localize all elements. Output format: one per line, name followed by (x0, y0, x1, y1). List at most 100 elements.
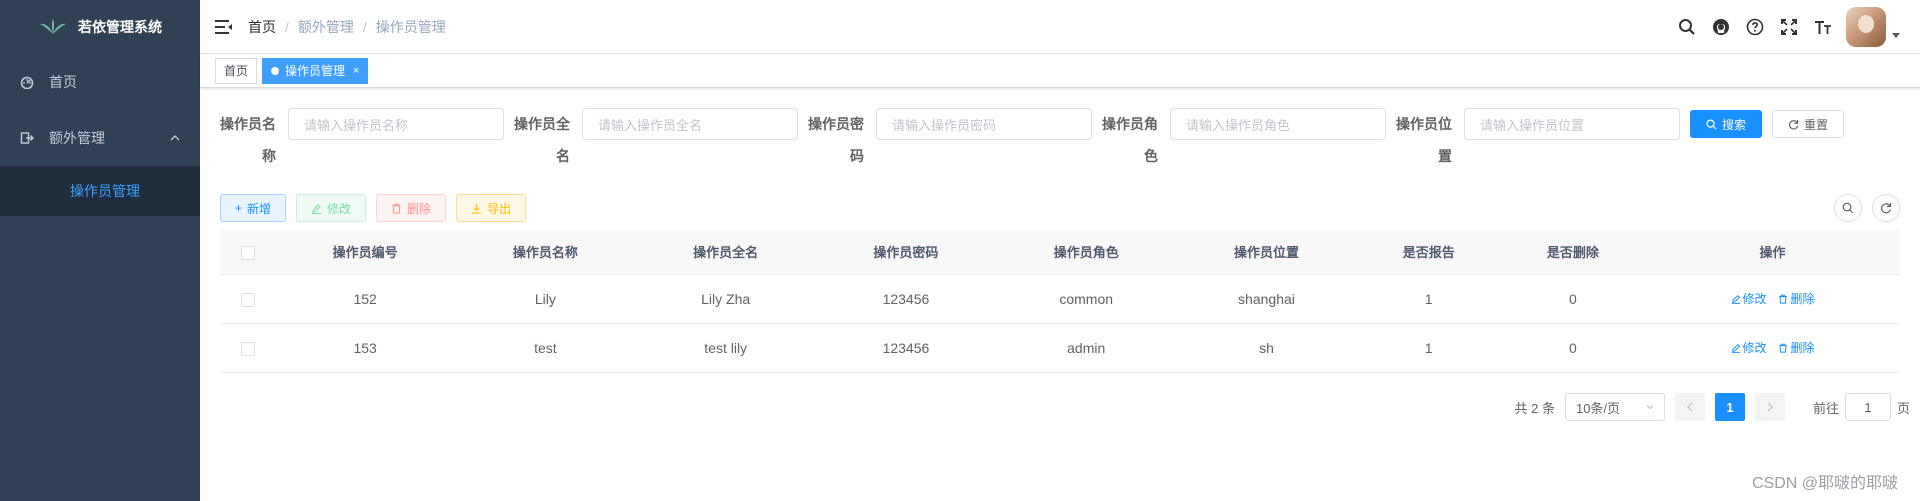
table-row[interactable]: 153 test test lily 123456 admin sh 1 0 修… (220, 323, 1900, 373)
download-icon (471, 203, 482, 214)
row-actions-cell: 修改 删除 (1645, 323, 1900, 373)
export-button-label: 导出 (487, 201, 512, 216)
pagination-total: 共 2 条 (1514, 400, 1555, 416)
sidebar-item-operator-management[interactable]: 操作员管理 (0, 166, 200, 216)
form-item-operator-location: 操作员位置 请输入操作员位置 (1396, 108, 1680, 172)
goto-page-input[interactable]: 1 (1844, 393, 1891, 421)
column-header[interactable]: 操作员密码 (815, 230, 997, 275)
edit-icon (1731, 343, 1740, 353)
form-label: 操作员全名 (514, 116, 570, 164)
search-button[interactable] (1670, 0, 1704, 54)
github-button[interactable] (1704, 0, 1738, 54)
edit-button-label: 修改 (327, 201, 352, 216)
operator-role-input[interactable]: 请输入操作员角色 (1170, 108, 1386, 140)
fullscreen-button[interactable] (1772, 0, 1806, 54)
next-page-button[interactable] (1754, 393, 1785, 421)
operator-location-input[interactable]: 请输入操作员位置 (1464, 108, 1680, 140)
column-header[interactable]: 操作员角色 (996, 230, 1177, 275)
refresh-icon (1788, 119, 1799, 129)
row-edit-link[interactable]: 修改 (1731, 339, 1767, 356)
prev-page-button[interactable] (1674, 393, 1705, 421)
column-header[interactable]: 操作员全名 (635, 230, 816, 275)
table-cell: Lily (455, 274, 636, 324)
search-icon (1679, 18, 1695, 35)
row-delete-link[interactable]: 删除 (1778, 290, 1814, 307)
delete-button[interactable]: 删除 (376, 194, 447, 222)
tags-view: 首页 操作员管理 × (200, 54, 1920, 88)
page-size-select[interactable]: 10条/页 (1564, 393, 1665, 421)
row-select-cell (220, 323, 275, 373)
avatar (1846, 6, 1886, 47)
sidebar-item-extra-management[interactable]: 额外管理 (0, 110, 200, 166)
table-cell: 152 (275, 274, 456, 324)
close-icon[interactable]: × (353, 59, 359, 83)
sidebar: 若依管理系统 首页 额外管理 操作员管理 (0, 0, 200, 501)
row-checkbox[interactable] (240, 292, 255, 307)
operator-name-input[interactable]: 请输入操作员名称 (288, 108, 504, 140)
operator-fullname-input[interactable]: 请输入操作员全名 (582, 108, 798, 140)
row-edit-label: 修改 (1742, 292, 1767, 306)
sidebar-logo[interactable]: 若依管理系统 (0, 0, 200, 54)
tag-operator-management[interactable]: 操作员管理 × (262, 57, 369, 84)
github-icon (1713, 18, 1729, 35)
help-button[interactable] (1738, 0, 1772, 54)
sidebar-item-home[interactable]: 首页 (0, 54, 200, 110)
navbar: 首页 / 额外管理 / 操作员管理 (200, 0, 1920, 54)
search-button[interactable]: 搜索 (1690, 110, 1763, 138)
breadcrumb-home[interactable]: 首页 (248, 17, 276, 37)
export-button[interactable]: 导出 (456, 194, 527, 222)
row-delete-link[interactable]: 删除 (1778, 339, 1814, 356)
sidebar-item-label: 操作员管理 (70, 183, 140, 199)
font-size-button[interactable] (1806, 0, 1840, 54)
tag-label: 首页 (224, 63, 249, 78)
table-cell: admin (996, 323, 1177, 373)
table-cell: 0 (1500, 274, 1646, 324)
app-title: 若依管理系统 (78, 19, 162, 35)
user-avatar-dropdown[interactable] (1846, 6, 1900, 47)
table-row[interactable]: 152 Lily Lily Zha 123456 common shanghai… (220, 274, 1900, 324)
page-number-current[interactable]: 1 (1714, 393, 1745, 421)
breadcrumb-separator: / (362, 18, 367, 35)
caret-down-icon (1892, 33, 1900, 38)
operator-password-input[interactable]: 请输入操作员密码 (876, 108, 1092, 140)
breadcrumb: 首页 / 额外管理 / 操作员管理 (248, 17, 446, 37)
plus-icon: + (235, 201, 243, 215)
add-button[interactable]: + 新增 (220, 194, 287, 222)
row-edit-link[interactable]: 修改 (1731, 290, 1767, 307)
row-checkbox[interactable] (240, 341, 255, 356)
sidebar-item-label: 额外管理 (49, 130, 105, 146)
column-header[interactable]: 操作员编号 (275, 230, 456, 275)
menu-fold-icon (215, 19, 232, 34)
form-item-operator-name: 操作员名称 请输入操作员名称 (220, 108, 504, 172)
select-all-cell (220, 230, 275, 275)
search-icon (1842, 202, 1854, 214)
search-form: 操作员名称 请输入操作员名称 操作员全名 请输入操作员全名 操作员密码 请输入操… (220, 108, 1900, 184)
operator-table: 操作员编号 操作员名称 操作员全名 操作员密码 操作员角色 操作员位置 是否报告… (220, 230, 1900, 373)
form-item-operator-fullname: 操作员全名 请输入操作员全名 (514, 108, 798, 172)
column-header[interactable]: 是否报告 (1356, 230, 1501, 275)
row-delete-label: 删除 (1790, 292, 1815, 306)
reset-button[interactable]: 重置 (1772, 110, 1845, 138)
toolbar-right (1834, 194, 1900, 222)
chevron-down-icon (1646, 405, 1654, 410)
question-icon (1746, 18, 1764, 35)
column-header[interactable]: 是否删除 (1500, 230, 1646, 275)
column-header[interactable]: 操作员名称 (455, 230, 636, 275)
table-cell: sh (1176, 323, 1357, 373)
select-all-checkbox[interactable] (240, 245, 255, 260)
column-header: 操作 (1645, 230, 1900, 275)
delete-button-label: 删除 (407, 201, 432, 216)
logo-icon (40, 19, 66, 34)
dashboard-icon (20, 75, 34, 89)
fullscreen-icon (1781, 18, 1797, 35)
edit-button[interactable]: 修改 (296, 194, 367, 222)
refresh-button[interactable] (1872, 194, 1900, 222)
form-label: 操作员位置 (1396, 116, 1452, 164)
edit-icon (311, 203, 322, 214)
form-item-operator-password: 操作员密码 请输入操作员密码 (808, 108, 1092, 172)
tag-home[interactable]: 首页 (215, 57, 258, 84)
page-size-value: 10条/页 (1575, 400, 1621, 416)
toggle-search-button[interactable] (1834, 194, 1862, 222)
hamburger-button[interactable] (200, 0, 248, 54)
column-header[interactable]: 操作员位置 (1176, 230, 1357, 275)
